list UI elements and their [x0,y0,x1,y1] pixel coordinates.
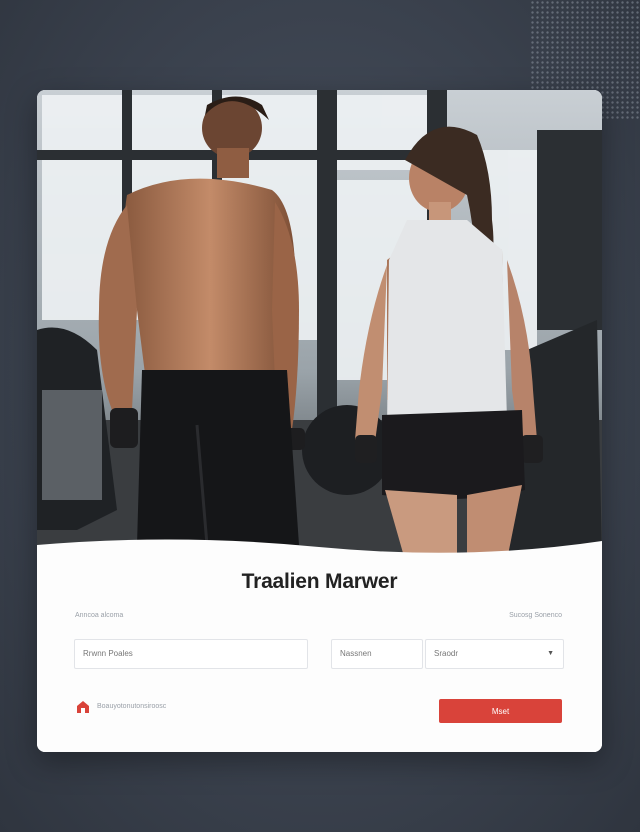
chevron-down-icon: ▼ [547,650,554,657]
name-input-value: Rrwnn Poales [83,649,133,658]
secondary-input[interactable]: Nassnen [331,639,423,669]
remember-label: Boauyotonutonsiroosc [97,703,167,710]
field-label-right: Sucosg Sonenco [509,612,562,619]
field-label-left: Anncoa alcoma [75,612,124,619]
signup-card: Traalien Marwer Anncoa alcoma Sucosg Son… [37,90,602,752]
name-input[interactable]: Rrwnn Poales [74,639,308,669]
submit-button[interactable]: Mset [439,699,562,723]
option-select-value: Sraodr [434,649,459,658]
option-select[interactable]: Sraodr ▼ [425,639,564,669]
secondary-input-value: Nassnen [340,649,372,658]
page-title: Traalien Marwer [241,570,398,593]
hero-image [37,90,602,560]
home-icon [77,701,89,713]
